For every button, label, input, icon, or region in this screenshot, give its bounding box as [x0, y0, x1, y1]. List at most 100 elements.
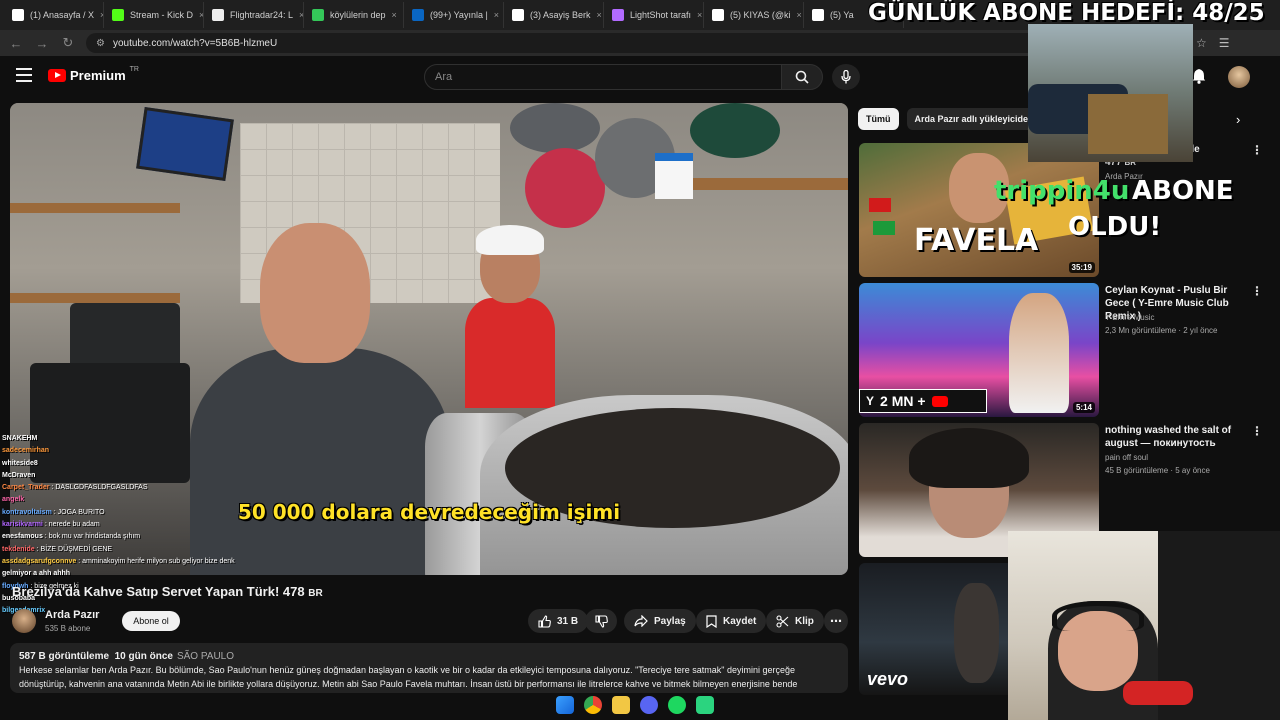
video-frame-person [260, 223, 370, 363]
account-avatar[interactable] [1228, 66, 1250, 88]
close-tab-icon[interactable]: × [392, 10, 397, 20]
subscribe-button[interactable]: Abone ol [122, 611, 180, 631]
close-tab-icon[interactable]: × [494, 10, 499, 20]
browser-tab[interactable]: (5) KIYAS (@ki × [704, 2, 804, 28]
microphone-icon [841, 70, 851, 84]
url-field[interactable]: ⚙ youtube.com/watch?v=5B6B-hlzmeU [86, 33, 1186, 53]
chat-username: gelmiyor a ahh ahhh [2, 570, 71, 578]
subscriber-goal-overlay: GÜNLÜK ABONE HEDEFİ: 48/25 [868, 0, 1265, 26]
vevo-logo: vevo [867, 669, 909, 689]
thumb-text: FAVELA [914, 223, 1039, 258]
scissors-icon [776, 614, 789, 628]
recommendation-title-3[interactable]: nothing washed the salt of august — поки… [1105, 424, 1245, 450]
thumb-figure [954, 583, 999, 683]
back-icon[interactable]: ← [8, 36, 24, 51]
recommendation-channel-2[interactable]: Y-Emre Music [1105, 313, 1155, 322]
recommendation-channel-3[interactable]: pain off soul [1105, 453, 1148, 462]
video-frame-person [465, 298, 555, 408]
alert-crate [1088, 94, 1168, 154]
tab-label: (5) Ya [830, 10, 854, 20]
browser-tab[interactable]: (3) Asayiş Berk × [504, 2, 604, 28]
chrome-icon[interactable] [584, 696, 602, 714]
channel-name[interactable]: Arda Pazır [45, 609, 99, 621]
browser-tab[interactable]: (99+) Yayınla | × [404, 2, 504, 28]
video-frame-shelf [10, 203, 180, 213]
share-button[interactable]: Paylaş [624, 609, 696, 633]
recommendation-thumbnail-2[interactable]: Y 2 MN + 5:14 [859, 283, 1099, 417]
more-options-icon[interactable]: ⋮ [1251, 143, 1263, 157]
new-subscriber-label: ABONE [1132, 176, 1234, 206]
tab-label: (1) Anasayfa / X [30, 10, 95, 20]
channel-avatar[interactable] [12, 609, 36, 633]
chat-text: BİZE DÜŞMEDİ GENE [40, 545, 113, 553]
browser-tab[interactable]: Stream - Kick D × [104, 2, 204, 28]
more-actions-icon[interactable]: ⋯ [824, 609, 848, 633]
recommendation-meta-3: 45 B görüntüleme · 5 ay önce [1105, 466, 1210, 475]
like-button[interactable]: 31 B [528, 609, 589, 633]
chat-text: amminakoyim herife milyon sub geliyor bi… [82, 557, 235, 565]
new-subscriber-label-done: OLDU! [1068, 212, 1162, 242]
filter-chip[interactable]: Tümü [858, 108, 899, 130]
voice-search-button[interactable] [832, 64, 860, 90]
chat-username: assdadgsarufgconnve [2, 557, 77, 565]
spotify-icon[interactable] [668, 696, 686, 714]
tab-label: Flightradar24: L [230, 10, 294, 20]
description-box[interactable]: 587 B görüntüleme 10 gün önce SÃO PAULO H… [10, 643, 848, 693]
file-explorer-icon[interactable] [612, 696, 630, 714]
youtube-play-icon [931, 395, 948, 407]
filter-chip[interactable]: Arda Pazır adlı yükleyiciden [906, 108, 1042, 130]
browser-tab[interactable]: (1) Anasayfa / X× [4, 2, 104, 28]
tab-favicon-icon [312, 9, 324, 21]
youtube-premium-logo[interactable]: Premium TR [48, 66, 139, 83]
search-input[interactable] [425, 65, 781, 89]
close-tab-icon[interactable]: × [796, 10, 801, 20]
youtube-play-icon [48, 69, 66, 82]
close-tab-icon[interactable]: × [597, 10, 602, 20]
description-meta: 587 B görüntüleme 10 gün önce SÃO PAULO [19, 651, 235, 662]
webcam-mic [1123, 681, 1193, 705]
browser-tab[interactable]: LightShot tarafı × [604, 2, 704, 28]
browser-tab[interactable]: köylülerin dep × [304, 2, 404, 28]
tab-label: köylülerin dep [330, 10, 386, 20]
windows-start-icon[interactable] [556, 696, 574, 714]
chat-message: tekdenide : BİZE DÜŞMEDİ GENE [2, 544, 242, 556]
site-info-icon[interactable]: ⚙ [96, 38, 105, 49]
browser-tab[interactable]: Flightradar24: L × [204, 2, 304, 28]
search-icon [795, 70, 809, 84]
chat-username: McDraven [2, 471, 36, 479]
search-box [424, 64, 782, 90]
app-icon[interactable] [696, 696, 714, 714]
streamer-webcam [1008, 531, 1280, 720]
notifications-icon[interactable] [1192, 68, 1206, 89]
video-frame-tv [136, 107, 234, 181]
clip-button[interactable]: Klip [766, 609, 824, 633]
video-duration: 5:14 [1072, 402, 1095, 413]
search-button[interactable] [781, 64, 823, 90]
chevron-right-icon[interactable]: › [1236, 112, 1240, 127]
taskbar [556, 694, 714, 716]
tab-favicon-icon [712, 9, 724, 21]
bookmark-icon[interactable]: ☆ [1196, 36, 1207, 50]
tab-label: (5) KIYAS (@ki [730, 10, 791, 20]
more-options-icon[interactable]: ⋮ [1251, 424, 1263, 438]
tab-favicon-icon [512, 9, 524, 21]
description-text: Herkese selamlar ben Arda Pazır. Bu bölü… [19, 665, 798, 689]
close-tab-icon[interactable]: × [697, 10, 702, 20]
save-button[interactable]: Kaydet [696, 609, 767, 633]
video-frame-chef-hat [476, 225, 544, 255]
chat-message: assdadgsarufgconnve : amminakoyim herife… [2, 556, 242, 568]
forward-icon[interactable]: → [34, 36, 50, 51]
discord-icon[interactable] [640, 696, 658, 714]
more-options-icon[interactable]: ⋮ [1251, 284, 1263, 298]
extensions-icon[interactable]: ☰ [1219, 36, 1230, 50]
recommendation-thumbnail-1[interactable]: FAVELA 35:19 [859, 143, 1099, 277]
chat-message: McDraven [2, 470, 242, 482]
dislike-button[interactable] [585, 609, 617, 633]
url-text: youtube.com/watch?v=5B6B-hlzmeU [112, 37, 278, 49]
share-icon [634, 615, 648, 627]
chat-username: sadecemirhan [2, 447, 50, 455]
menu-icon[interactable] [16, 68, 32, 82]
views-badge: Y 2 MN + [859, 389, 987, 413]
reload-icon[interactable]: ↻ [60, 35, 76, 51]
chat-text: JOGA BURITO [57, 508, 105, 516]
